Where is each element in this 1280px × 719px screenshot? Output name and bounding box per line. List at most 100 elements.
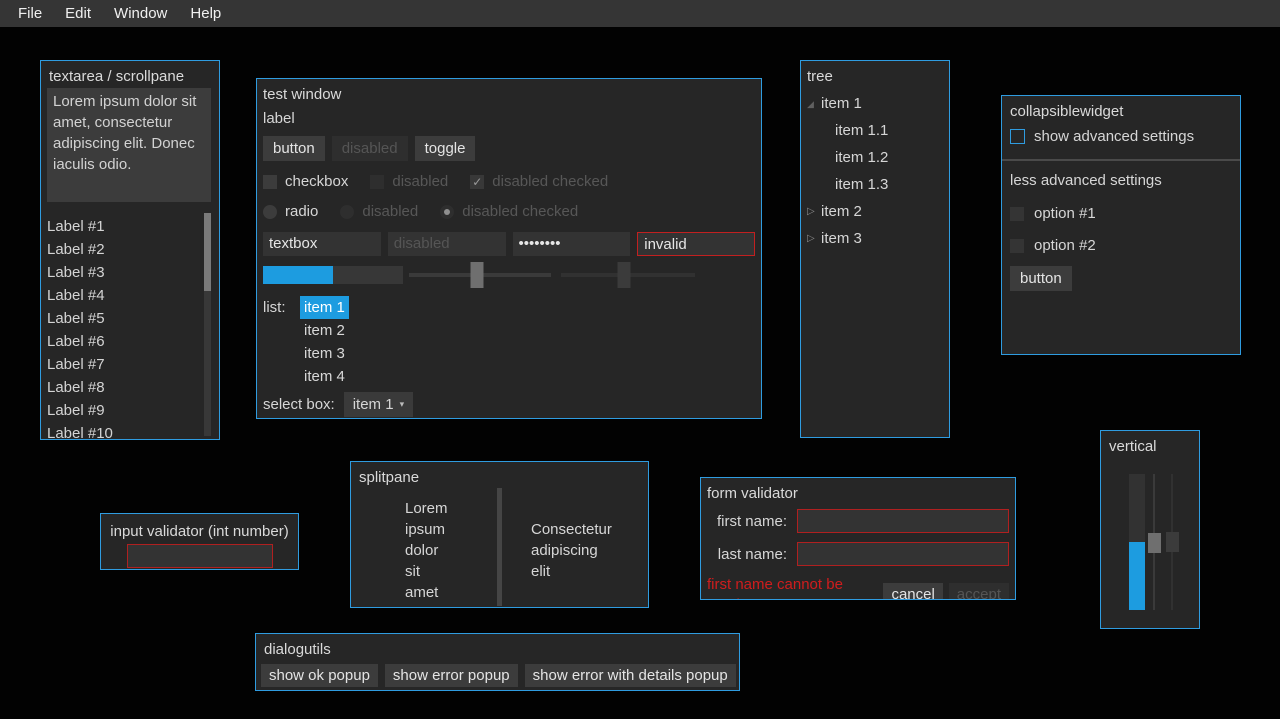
panel-title: splitpane [359,468,640,487]
menu-bar: File Edit Window Help [0,0,1280,27]
show-advanced-label: show advanced settings [1034,128,1194,145]
tree-item-2[interactable]: ▷ item 2 [807,203,943,221]
list-label: Label #10 [47,422,219,440]
list-label: Label #6 [47,330,219,353]
list-label: Label #8 [47,376,219,399]
label-list: Label #1 Label #2 Label #3 Label #4 Labe… [47,215,219,440]
list-item[interactable]: item 2 [300,319,349,342]
collapsible-button[interactable]: button [1010,266,1072,291]
separator [1002,159,1240,161]
panel-title: textarea / scrollpane [49,67,211,86]
dialogutils-panel: dialogutils show ok popup show error pop… [255,633,740,691]
vertical-progress-fill [1129,542,1145,610]
vertical-slider[interactable] [1148,474,1161,610]
tree-expanded-icon[interactable]: ◢ [807,95,821,113]
option-2-checkbox[interactable] [1010,239,1024,253]
int-number-input[interactable] [127,544,273,568]
cancel-button[interactable]: cancel [883,583,942,601]
tree-collapsed-icon[interactable]: ▷ [807,203,821,221]
textbox-input[interactable]: textbox [263,232,381,256]
disabled-textbox-input: disabled [388,232,506,256]
show-error-popup-button[interactable]: show error popup [385,664,518,687]
chevron-down-icon: ▾ [400,399,405,409]
vertical-progress-bar [1129,474,1145,610]
tree-item-1-1[interactable]: item 1.1 [807,122,943,140]
splitpane-right-text: Consectetur adipiscing elit [531,519,612,582]
disabled-checked-radio-label: disabled checked [462,203,578,220]
tree-item-label: item 2 [821,203,862,221]
label-widget: label [263,109,755,128]
tree-item-label: item 3 [821,230,862,248]
list-caption: list: [263,296,300,319]
disabled-checkbox [370,175,384,189]
splitpane-left-text: Lorem ipsum dolor sit amet [405,498,448,603]
list-item[interactable]: item 3 [300,342,349,365]
disabled-radio-label: disabled [362,203,418,220]
tree-item-3[interactable]: ▷ item 3 [807,230,943,248]
panel-title: vertical [1109,437,1191,456]
horizontal-slider[interactable] [405,261,555,289]
list-label: Label #1 [47,215,219,238]
disabled-checked-checkbox-label: disabled checked [492,173,608,190]
progress-bar [263,266,403,284]
invalid-textbox-input[interactable]: invalid [637,232,755,256]
test-window-panel: test window label button disabled toggle… [256,78,762,419]
menu-help[interactable]: Help [180,2,231,25]
radio-dot [444,209,450,215]
list-label: Label #4 [47,284,219,307]
vslider-1-handle[interactable] [1148,533,1161,553]
show-ok-popup-button[interactable]: show ok popup [261,664,378,687]
disabled-horizontal-slider [557,261,699,289]
panel-title: dialogutils [264,640,726,659]
show-error-details-popup-button[interactable]: show error with details popup [525,664,736,687]
password-input[interactable]: •••••••• [513,232,631,256]
disabled-radio [340,205,354,219]
checkbox[interactable] [263,175,277,189]
validation-error-text: first name cannot be empty [707,575,877,600]
list-item-selected[interactable]: item 1 [300,296,349,319]
section-label: less advanced settings [1010,171,1232,190]
collapsiblewidget-panel: collapsiblewidget show advanced settings… [1001,95,1241,355]
checkbox-label: checkbox [285,173,348,190]
tree-item-label: item 1.2 [835,149,888,167]
button[interactable]: button [263,136,325,161]
first-name-label: first name: [707,513,787,530]
slider-2-handle [617,262,630,288]
select-box[interactable]: item 1 ▾ [344,392,413,417]
menu-window[interactable]: Window [104,2,177,25]
last-name-label: last name: [707,546,787,563]
radio-label: radio [285,203,318,220]
input-validator-panel: input validator (int number) [100,513,299,570]
disabled-vertical-slider [1166,474,1179,610]
select-box-value: item 1 [353,396,394,413]
scrollbar-thumb[interactable] [204,213,211,291]
tree-item-label: item 1 [821,95,862,113]
panel-title: form validator [707,484,1001,503]
panel-title: collapsiblewidget [1010,102,1232,121]
option-1-checkbox[interactable] [1010,207,1024,221]
tree-item-1-2[interactable]: item 1.2 [807,149,943,167]
menu-edit[interactable]: Edit [55,2,101,25]
scrollbar-track[interactable] [204,213,211,436]
panel-title: input validator (int number) [105,522,294,541]
toggle-button[interactable]: toggle [415,136,476,161]
first-name-input[interactable] [797,509,1009,533]
menu-file[interactable]: File [8,2,52,25]
show-advanced-checkbox[interactable] [1010,129,1025,144]
option-1-label: option #1 [1034,205,1096,222]
radio-button[interactable] [263,205,277,219]
list-label: Label #7 [47,353,219,376]
last-name-input[interactable] [797,542,1009,566]
vslider-2-handle [1166,532,1179,552]
list-label: Label #2 [47,238,219,261]
textarea[interactable]: Lorem ipsum dolor sit amet, consectetur … [47,88,211,202]
tree-item-1-3[interactable]: item 1.3 [807,176,943,194]
list-item[interactable]: item 4 [300,365,349,388]
vertical-panel: vertical [1100,430,1200,629]
tree-item-1[interactable]: ◢ item 1 [807,95,943,113]
tree-collapsed-icon[interactable]: ▷ [807,230,821,248]
disabled-checked-radio [440,205,454,219]
list-label: Label #9 [47,399,219,422]
slider-1-handle[interactable] [471,262,484,288]
splitpane-divider[interactable] [497,488,502,606]
